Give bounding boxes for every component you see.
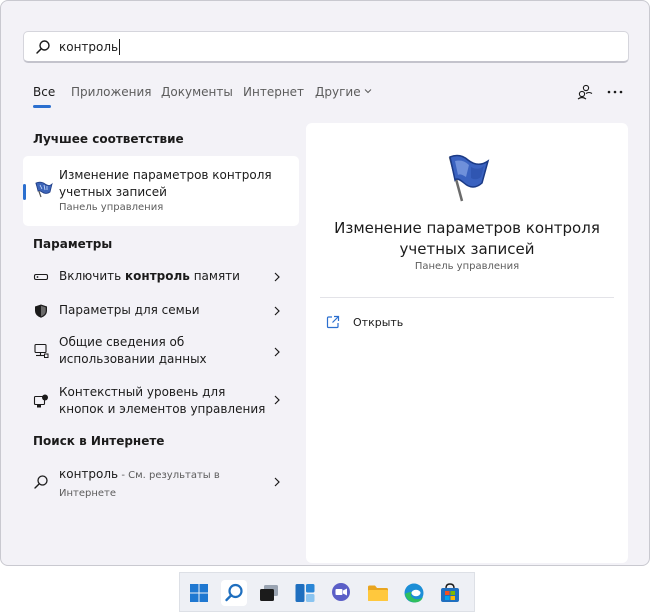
label-part: Включить [59, 269, 126, 283]
detail-title: Изменение параметров контроля учетных за… [334, 219, 600, 258]
file-explorer-icon[interactable] [365, 580, 391, 606]
settings-item-label: Включить контроль памяти [59, 268, 269, 285]
account-switch-icon[interactable] [576, 83, 594, 101]
selection-indicator [23, 184, 26, 200]
task-view-icon[interactable] [256, 580, 282, 606]
open-external-icon [326, 315, 340, 329]
chat-icon[interactable] [328, 580, 354, 606]
tab-more-label: Другие [315, 85, 361, 99]
start-icon[interactable] [186, 580, 212, 606]
family-shield-icon [35, 304, 47, 318]
chevron-right-icon [274, 395, 280, 405]
settings-heading: Параметры [33, 237, 113, 251]
best-match-subtitle: Панель управления [59, 202, 164, 213]
search-icon[interactable] [221, 580, 247, 606]
best-match-title: Изменение параметров контроля учетных за… [59, 168, 272, 199]
search-icon [36, 40, 50, 54]
chevron-right-icon [274, 306, 280, 316]
storage-icon [33, 273, 49, 281]
chevron-down-icon [364, 89, 371, 94]
search-icon [34, 475, 48, 489]
chevron-right-icon [274, 272, 280, 282]
web-search-query: контроль [59, 467, 119, 481]
chevron-right-icon [274, 477, 280, 487]
chevron-right-icon [274, 347, 280, 357]
open-label: Открыть [353, 316, 404, 329]
web-search-heading: Поиск в Интернете [33, 434, 165, 448]
tab-documents[interactable]: Документы [161, 85, 233, 99]
settings-item-label: Контекстный уровень для кнопок и элемент… [59, 385, 266, 416]
tab-all[interactable]: Все [33, 85, 55, 99]
best-match-heading: Лучшее соответствие [33, 132, 184, 146]
web-search-label: контроль - См. результаты в Интернете [59, 466, 269, 502]
uac-flag-icon [35, 181, 53, 198]
settings-item-label: Параметры для семьи [59, 303, 200, 317]
tab-more[interactable]: Другие [315, 85, 372, 99]
active-tab-indicator [33, 105, 51, 108]
search-input[interactable]: контроль [23, 31, 629, 63]
settings-item-context-level[interactable]: Контекстный уровень для кнопок и элемент… [23, 381, 299, 421]
store-icon[interactable] [437, 580, 463, 606]
result-detail-pane: Изменение параметров контроля учетных за… [306, 123, 628, 563]
tab-web[interactable]: Интернет [243, 85, 304, 99]
settings-item-label: Общие сведения об использовании данных [59, 335, 207, 366]
edge-icon[interactable] [401, 580, 427, 606]
settings-item-family[interactable]: Параметры для семьи [23, 297, 299, 325]
settings-item-data-usage[interactable]: Общие сведения об использовании данных [23, 331, 299, 371]
taskbar [179, 572, 475, 612]
detail-divider [320, 297, 614, 298]
label-part: памяти [189, 269, 240, 283]
settings-item-storage-sense[interactable]: Включить контроль памяти [23, 263, 299, 291]
search-flyout: контроль Все Приложения Документы Интерн… [0, 0, 650, 566]
best-match-result[interactable]: Изменение параметров контроля учетных за… [23, 156, 299, 226]
more-options-icon[interactable] [606, 83, 624, 101]
label-highlight: контроль [125, 269, 190, 283]
detail-subtitle: Панель управления [414, 261, 520, 272]
widgets-icon[interactable] [292, 580, 318, 606]
network-computer-icon [34, 343, 49, 358]
web-search-result[interactable]: контроль - См. результаты в Интернете [23, 463, 299, 503]
search-query[interactable]: контроль [59, 39, 121, 55]
contextual-controls-icon [33, 394, 48, 408]
uac-flag-large-icon [448, 154, 490, 202]
tab-apps[interactable]: Приложения [71, 85, 152, 99]
